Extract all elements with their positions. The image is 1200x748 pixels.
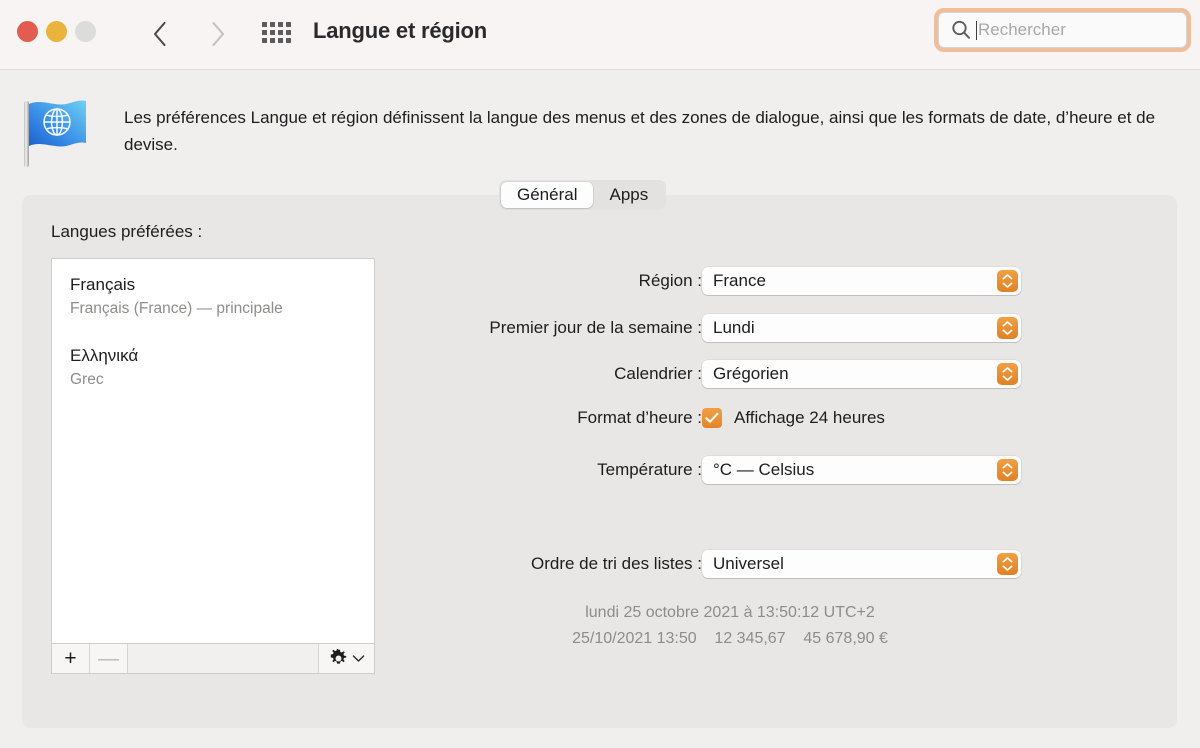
zoom-window-button[interactable] [75,21,96,42]
preview-long-date: lundi 25 octobre 2021 à 13:50:12 UTC+2 [585,604,875,621]
chevron-right-icon [212,21,225,47]
traffic-lights [17,21,96,42]
24-hour-checkbox[interactable] [702,408,722,428]
sort-order-row: Ordre de tri des listes : [402,550,702,578]
chevron-down-icon [352,655,364,662]
stepper-chevrons-icon [997,363,1018,385]
preferred-languages-list[interactable]: Français Français (France) — principale … [51,258,375,643]
back-button[interactable] [142,12,178,56]
grid-dot [286,21,291,27]
temperature-label: Température : [597,460,702,479]
time-format-checkbox-row: Affichage 24 heures [702,406,885,430]
minimize-window-button[interactable] [46,21,67,42]
language-subtitle: Grec [70,371,104,388]
24-hour-checkbox-label[interactable]: Affichage 24 heures [734,408,885,428]
stepper-chevrons-icon [997,270,1018,292]
tab-apps[interactable]: Apps [593,182,664,208]
description-text: Les préférences Langue et région définis… [124,108,1156,154]
action-menu-button[interactable] [318,644,374,673]
text-cursor [976,20,977,40]
stepper-chevrons-icon [997,459,1018,481]
show-all-grid-button[interactable] [262,17,298,47]
calendar-label: Calendrier : [614,364,702,383]
region-value: France [713,271,766,290]
preferences-panel: Langues préférées : Français Français (F… [22,195,1177,728]
calendar-popup-button[interactable]: Grégorien [702,360,1021,388]
list-item[interactable]: Ελληνικά Grec [52,321,374,392]
tab-bar: Général Apps [499,180,667,210]
calendar-row: Calendrier : [402,360,702,388]
first-weekday-popup-button[interactable]: Lundi [702,314,1021,342]
chevron-left-icon [153,21,166,47]
page-title: Langue et région [313,18,488,43]
grid-dot [262,29,267,35]
gear-icon [330,649,346,664]
grid-dot [262,37,267,43]
temperature-popup-button[interactable]: °C — Celsius [702,456,1021,484]
grid-dot [278,21,283,27]
format-preview: lundi 25 octobre 2021 à 13:50:12 UTC+2 2… [430,600,1030,652]
sort-order-label: Ordre de tri des listes : [530,554,702,573]
checkmark-icon [705,412,719,423]
preferred-languages-label: Langues préférées : [51,222,203,241]
temperature-row: Température : [402,456,702,484]
time-format-row: Format d’heure : [402,404,702,432]
first-weekday-value: Lundi [713,318,755,337]
remove-language-button[interactable]: — [90,644,128,673]
grid-dot [270,29,275,35]
calendar-value: Grégorien [713,364,789,383]
search-focus-ring: Rechercher [934,8,1191,52]
preview-short-formats: 25/10/2021 13:50 12 345,67 45 678,90 € [572,630,888,647]
grid-dot [286,37,291,43]
stepper-chevrons-icon [997,317,1018,339]
stepper-chevrons-icon [997,553,1018,575]
grid-dot [262,21,267,27]
language-name: Ελληνικά [70,346,139,365]
forward-button[interactable] [200,12,236,56]
flag-globe-icon [24,100,86,167]
navigation-arrows [142,12,236,56]
toolbar-spacer [128,644,318,673]
language-list-toolbar: + — [51,643,375,674]
add-language-button[interactable]: + [52,644,90,673]
region-row: Région : [402,267,702,295]
temperature-value: °C — Celsius [713,460,815,479]
grid-dot [278,29,283,35]
first-weekday-row: Premier jour de la semaine : [402,314,702,342]
grid-dot [270,21,275,27]
grid-dot [270,37,275,43]
language-name: Français [70,275,136,294]
region-label: Région : [638,271,702,290]
language-subtitle: Français (France) — principale [70,300,283,317]
description-banner: Les préférences Langue et région définis… [0,71,1200,179]
tab-general[interactable]: Général [501,182,594,208]
list-item[interactable]: Français Français (France) — principale [52,259,374,321]
region-popup-button[interactable]: France [702,267,1021,295]
grid-dot [278,37,283,43]
search-placeholder: Rechercher [978,20,1066,39]
window-titlebar: Langue et région Rechercher [0,0,1200,70]
sort-order-value: Universel [713,554,784,573]
grid-dot [286,29,291,35]
search-icon [952,20,970,39]
search-input[interactable]: Rechercher [938,12,1187,48]
sort-order-popup-button[interactable]: Universel [702,550,1021,578]
time-format-label: Format d’heure : [577,408,702,427]
first-weekday-label: Premier jour de la semaine : [489,318,702,337]
close-window-button[interactable] [17,21,38,42]
